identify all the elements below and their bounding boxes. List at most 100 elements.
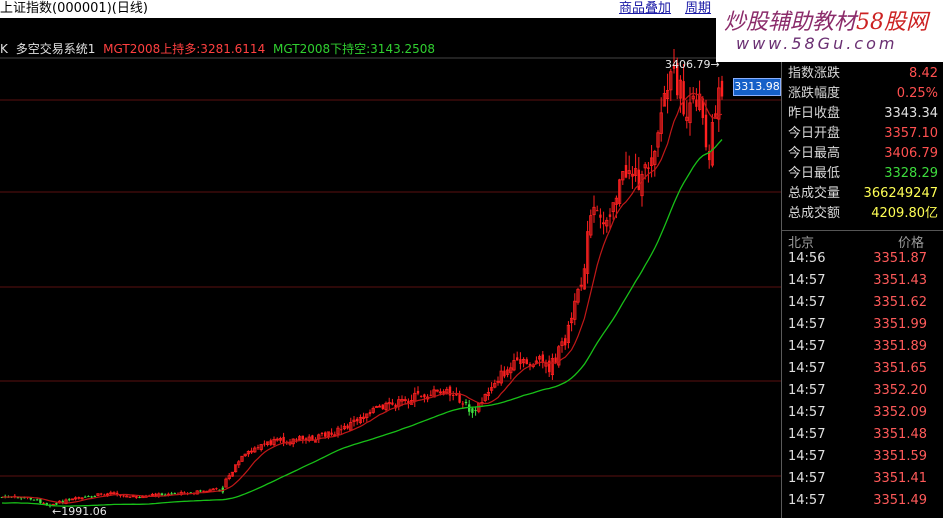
tick-time: 14:57: [788, 471, 826, 486]
candle-body: [263, 443, 266, 445]
tick-row: 14:57 3351.43: [782, 270, 943, 292]
candle-body: [32, 499, 36, 501]
stat-value: 4209.80亿: [871, 206, 938, 221]
candle-body: [42, 502, 45, 504]
watermark-logo: 炒股辅助教材58股网 www.58Gu.com: [716, 0, 943, 62]
candle-body: [647, 167, 650, 169]
candle-body: [256, 447, 260, 449]
period-button[interactable]: 周期: [685, 0, 711, 18]
tick-row: 14:57 3351.65: [782, 358, 943, 380]
candle-body: [330, 432, 333, 435]
stat-row: 今日最低 3328.29: [786, 164, 940, 184]
watermark-title-b: 58股网: [856, 10, 929, 35]
candle-body: [138, 496, 141, 498]
candle-body: [295, 439, 298, 441]
title-bar: 上证指数(000001)(日线) 商品叠加 周期: [0, 0, 781, 18]
tick-price: 3352.20: [873, 383, 927, 398]
candle-body: [599, 214, 602, 218]
tick-header: 北京 价格: [782, 230, 943, 251]
candle-body: [320, 433, 324, 435]
watermark-url: www.58Gu.com: [736, 34, 898, 53]
stat-label: 昨日收盘: [788, 106, 841, 121]
stat-label: 总成交额: [788, 206, 841, 221]
stat-row: 指数涨跌 8.42: [786, 64, 940, 84]
tick-row: 14:57 3351.62: [782, 292, 943, 314]
tick-price: 3351.89: [873, 339, 927, 354]
candle-body: [77, 497, 80, 499]
tick-time: 14:57: [788, 493, 826, 508]
stat-row: 昨日收盘 3343.34: [786, 104, 940, 124]
candle-body: [525, 359, 528, 365]
tick-price: 3351.65: [873, 361, 927, 376]
candle-body: [36, 499, 39, 501]
stat-label: 今日最低: [788, 166, 841, 181]
low-marker: ←1991.06: [52, 505, 107, 518]
tick-time: 14:57: [788, 383, 826, 398]
indicator-down-value: MGT2008下持空:3143.2508: [273, 42, 436, 56]
candle-body: [135, 495, 138, 499]
candle-body: [624, 165, 628, 178]
stat-value: 366249247: [863, 186, 938, 201]
tick-row: 14:57 3352.09: [782, 402, 943, 424]
candle-body: [519, 359, 522, 365]
candle-body: [202, 490, 205, 493]
stat-row: 今日开盘 3357.10: [786, 124, 940, 144]
last-price-tag: 3313.98: [733, 78, 781, 96]
indicator-name[interactable]: 多空交易系统1: [16, 42, 96, 56]
tick-row: 14:57 3351.41: [782, 468, 943, 490]
candle-body: [474, 410, 477, 412]
stat-label: 总成交量: [788, 186, 841, 201]
candle-body: [100, 493, 103, 495]
candle-body: [160, 493, 164, 496]
candle-body: [608, 214, 612, 217]
stat-value: 3357.10: [884, 126, 938, 141]
candle-body: [452, 395, 455, 397]
tick-price: 3351.87: [873, 251, 927, 266]
tick-row: 14:56 3351.87: [782, 248, 943, 270]
candle-body: [420, 395, 423, 397]
ma-fast-line: [1, 92, 723, 504]
tick-time: 14:57: [788, 449, 826, 464]
candle-body: [87, 496, 90, 498]
candle-body: [423, 394, 426, 398]
candle-body: [682, 81, 685, 115]
overlay-button[interactable]: 商品叠加: [619, 0, 671, 18]
tick-row: 14:57 3351.49: [782, 490, 943, 512]
tick-price: 3351.41: [873, 471, 927, 486]
candle-body: [128, 496, 132, 498]
candle-body: [103, 494, 106, 496]
candle-body: [324, 432, 327, 437]
tick-row: 14:57 3352.20: [782, 380, 943, 402]
stat-value: 3406.79: [884, 146, 938, 161]
candle-body: [461, 403, 464, 405]
candle-body: [93, 496, 96, 498]
stat-row: 总成交额 4209.80亿: [786, 204, 940, 224]
tick-time: 14:57: [788, 317, 826, 332]
tick-time: 14:57: [788, 339, 826, 354]
candle-body: [282, 436, 285, 443]
ma-slow-line: [1, 139, 723, 507]
candle-body: [704, 114, 708, 148]
candle-body: [695, 99, 698, 107]
stat-value: 8.42: [909, 66, 938, 81]
candle-body: [340, 429, 343, 431]
stat-value: 3343.34: [884, 106, 938, 121]
stat-value: 0.25%: [896, 86, 938, 101]
candle-body: [173, 493, 176, 495]
candle-body: [391, 402, 394, 405]
stat-row: 总成交量 366249247: [786, 184, 940, 204]
candle-body: [464, 401, 468, 404]
candle-body: [356, 418, 359, 422]
tick-price: 3351.49: [873, 493, 927, 508]
candle-body: [720, 80, 724, 97]
candle-body: [416, 390, 420, 394]
candle-body: [215, 488, 218, 490]
candle-body: [596, 210, 599, 212]
kline-chart[interactable]: 上证指数(000001)(日线) 商品叠加 周期 K 多空交易系统1 MGT20…: [0, 0, 781, 518]
chart-title: 上证指数(000001)(日线): [0, 1, 148, 16]
tick-price: 3352.09: [873, 405, 927, 420]
candle-body: [301, 435, 304, 440]
candle-body: [269, 440, 272, 445]
tick-row: 14:57 3351.59: [782, 446, 943, 468]
kline-canvas[interactable]: [0, 0, 781, 518]
